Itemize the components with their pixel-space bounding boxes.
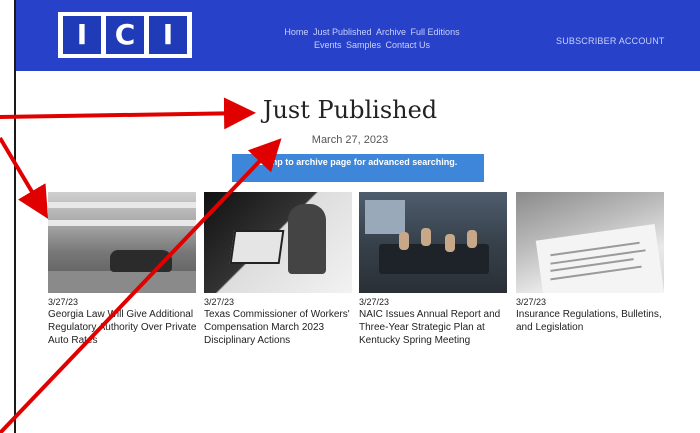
main-nav: Home Just Published Archive Full Edition… bbox=[266, 26, 478, 52]
car-image bbox=[110, 250, 172, 272]
article-headline[interactable]: Texas Commissioner of Workers' Compensat… bbox=[204, 308, 354, 347]
nav-home[interactable]: Home bbox=[284, 27, 308, 37]
article-card[interactable]: 3/27/23 Georgia Law Will Give Additional… bbox=[48, 192, 198, 347]
article-headline[interactable]: NAIC Issues Annual Report and Three-Year… bbox=[359, 308, 509, 347]
nav-full-editions[interactable]: Full Editions bbox=[411, 27, 460, 37]
ici-logo[interactable]: I C I bbox=[58, 12, 192, 58]
subscriber-account-link[interactable]: SUBSCRIBER ACCOUNT bbox=[556, 36, 665, 46]
article-date: 3/27/23 bbox=[359, 297, 390, 307]
article-card[interactable]: 3/27/23 Texas Commissioner of Workers' C… bbox=[204, 192, 354, 347]
article-date: 3/27/23 bbox=[516, 297, 547, 307]
article-thumbnail-laptop[interactable] bbox=[204, 192, 352, 293]
nav-samples[interactable]: Samples bbox=[346, 40, 381, 50]
page-date: March 27, 2023 bbox=[311, 134, 389, 146]
article-date: 3/27/23 bbox=[48, 297, 79, 307]
logo-letter: I bbox=[63, 16, 101, 54]
page-title: Just Published bbox=[262, 96, 438, 124]
article-card[interactable]: 3/27/23 Insurance Regulations, Bulletins… bbox=[516, 192, 666, 334]
article-thumbnail-documents[interactable] bbox=[516, 192, 664, 293]
archive-search-button[interactable]: Jump to archive page for advanced search… bbox=[232, 154, 484, 182]
article-date: 3/27/23 bbox=[204, 297, 235, 307]
article-headline[interactable]: Georgia Law Will Give Additional Regulat… bbox=[48, 308, 198, 347]
nav-just-published[interactable]: Just Published bbox=[313, 27, 372, 37]
nav-events[interactable]: Events bbox=[314, 40, 342, 50]
nav-archive[interactable]: Archive bbox=[376, 27, 406, 37]
logo-letter: C bbox=[106, 16, 144, 54]
article-card[interactable]: 3/27/23 NAIC Issues Annual Report and Th… bbox=[359, 192, 509, 347]
nav-contact-us[interactable]: Contact Us bbox=[386, 40, 431, 50]
article-headline[interactable]: Insurance Regulations, Bulletins, and Le… bbox=[516, 308, 666, 334]
logo-letter: I bbox=[149, 16, 187, 54]
article-thumbnail-parking-garage[interactable] bbox=[48, 192, 196, 293]
article-thumbnail-meeting[interactable] bbox=[359, 192, 507, 293]
site-header: I C I Home Just Published Archive Full E… bbox=[16, 0, 700, 71]
